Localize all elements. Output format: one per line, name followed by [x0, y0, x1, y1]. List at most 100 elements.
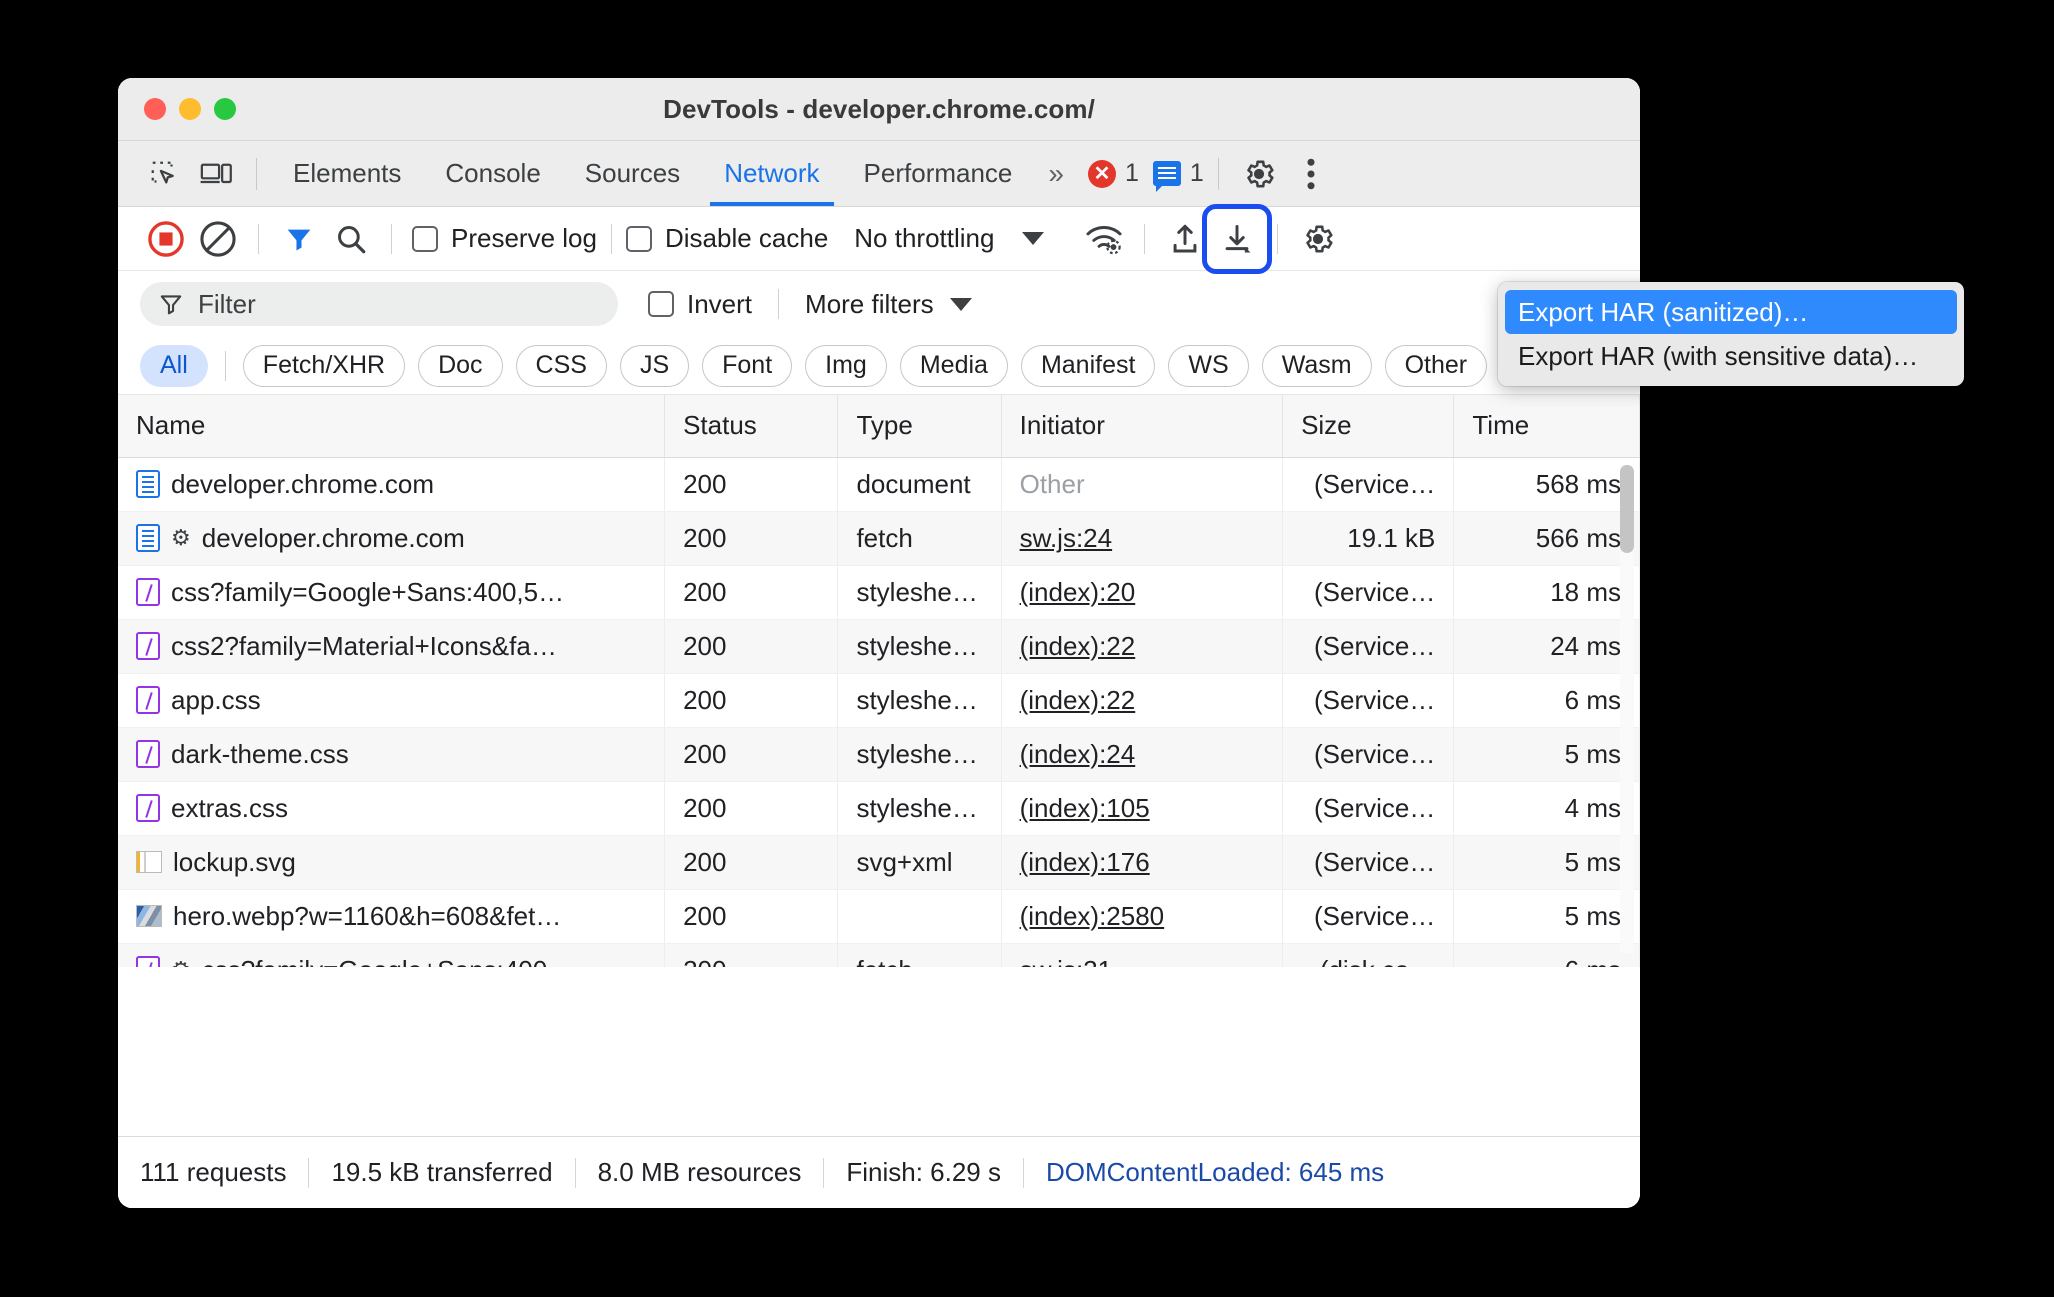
- clear-network-log-icon[interactable]: [192, 213, 244, 265]
- throttling-select[interactable]: No throttling: [828, 223, 1045, 254]
- disable-cache-checkbox[interactable]: Disable cache: [625, 223, 828, 254]
- cell-time: 18 ms: [1453, 565, 1640, 620]
- table-row[interactable]: ⚙ css?family=Google+Sans:400,… 200fetch sw.…: [118, 943, 1640, 967]
- network-conditions-icon[interactable]: [1078, 213, 1130, 265]
- cell-initiator: (index):2580: [1001, 889, 1284, 944]
- column-header-name[interactable]: Name: [118, 395, 666, 458]
- column-header-size[interactable]: Size: [1282, 395, 1455, 458]
- inspect-element-icon[interactable]: [138, 148, 190, 200]
- table-scrollbar[interactable]: [1620, 465, 1634, 953]
- cell-size: (Service…: [1282, 619, 1455, 674]
- cell-name: developer.chrome.com: [118, 457, 666, 512]
- more-filters-dropdown[interactable]: More filters: [805, 289, 972, 320]
- filter-funnel-small-icon: [160, 295, 182, 315]
- chip-other[interactable]: Other: [1384, 344, 1488, 387]
- table-header-row: Name Status Type Initiator Size Time: [118, 395, 1640, 458]
- tab-sources[interactable]: Sources: [563, 142, 702, 206]
- cell-name: ⚙ developer.chrome.com: [118, 511, 666, 566]
- table-row[interactable]: css2?family=Material+Icons&fa… 200 stylesh…: [118, 619, 1640, 674]
- filter-input[interactable]: Filter: [140, 282, 618, 326]
- initiator-link[interactable]: (index):22: [1020, 685, 1136, 715]
- cell-time: 5 ms: [1453, 835, 1640, 890]
- column-header-time[interactable]: Time: [1453, 395, 1640, 458]
- filter-funnel-icon[interactable]: [273, 213, 325, 265]
- menu-item-export-har-sensitive[interactable]: Export HAR (with sensitive data)…: [1505, 334, 1957, 378]
- cell-type: svg+xml: [837, 835, 1002, 890]
- chip-wasm[interactable]: Wasm: [1261, 344, 1372, 387]
- network-settings-gear-icon[interactable]: [1292, 213, 1344, 265]
- cell-name: ⚙ css?family=Google+Sans:400,…: [118, 943, 666, 967]
- column-header-initiator[interactable]: Initiator: [1001, 395, 1284, 458]
- service-worker-icon: ⚙: [171, 525, 191, 550]
- preserve-log-label: Preserve log: [451, 223, 597, 253]
- initiator-link[interactable]: sw.js:21: [1020, 955, 1113, 968]
- chip-js[interactable]: JS: [619, 344, 690, 387]
- table-row[interactable]: developer.chrome.com 200 document Other (Ser…: [118, 457, 1640, 512]
- search-icon[interactable]: [325, 213, 377, 265]
- cell-size: (Service…: [1282, 889, 1455, 944]
- table-row[interactable]: hero.webp?w=1160&h=608&fet… 200 (index):25…: [118, 889, 1640, 944]
- chip-all[interactable]: All: [140, 344, 208, 387]
- chip-fetch-xhr[interactable]: Fetch/XHR: [242, 344, 406, 387]
- tab-performance[interactable]: Performance: [842, 142, 1035, 206]
- disable-cache-box: [625, 225, 652, 252]
- initiator-link[interactable]: sw.js:24: [1020, 523, 1113, 553]
- cell-time: 6 ms: [1453, 943, 1640, 967]
- cell-size: (Service…: [1282, 727, 1455, 782]
- import-har-icon[interactable]: [1159, 213, 1211, 265]
- image-thumbnail-icon: [136, 905, 162, 927]
- initiator-link[interactable]: (index):24: [1020, 739, 1136, 769]
- table-row[interactable]: lockup.svg 200 svg+xml (index):176 (Service……: [118, 835, 1640, 890]
- invert-checkbox[interactable]: Invert: [648, 289, 752, 320]
- column-header-status[interactable]: Status: [664, 395, 839, 458]
- export-har-button[interactable]: [1202, 203, 1273, 274]
- initiator-link[interactable]: (index):176: [1020, 847, 1150, 877]
- chip-doc[interactable]: Doc: [418, 344, 503, 387]
- cell-status: 200: [664, 565, 839, 620]
- network-toolbar: Preserve log Disable cache No throttling: [118, 203, 1640, 274]
- table-row[interactable]: extras.css 200 styleshe… (index):105 (Servic…: [118, 781, 1640, 836]
- chip-css[interactable]: CSS: [515, 344, 607, 387]
- device-toolbar-icon[interactable]: [190, 148, 242, 200]
- table-row[interactable]: ⚙ developer.chrome.com 200 fetch sw.js:24 19.…: [118, 511, 1640, 566]
- more-filters-label: More filters: [805, 288, 934, 319]
- chip-font[interactable]: Font: [702, 344, 793, 387]
- network-request-table: Name Status Type Initiator Size Time dev…: [118, 395, 1640, 967]
- table-row[interactable]: css?family=Google+Sans:400,5… 200 styleshe…: [118, 565, 1640, 620]
- more-options-icon[interactable]: [1285, 148, 1337, 200]
- export-har-menu: Export HAR (sanitized)… Export HAR (with…: [1498, 282, 1964, 386]
- chip-ws[interactable]: WS: [1168, 344, 1249, 387]
- preserve-log-checkbox[interactable]: Preserve log: [412, 223, 597, 254]
- initiator-link[interactable]: (index):2580: [1020, 901, 1165, 931]
- chip-manifest[interactable]: Manifest: [1020, 344, 1156, 387]
- initiator-link[interactable]: (index):20: [1020, 577, 1136, 607]
- table-scrollbar-thumb[interactable]: [1620, 465, 1634, 553]
- gear-icon[interactable]: [1233, 148, 1285, 200]
- tab-elements[interactable]: Elements: [271, 142, 423, 206]
- message-count: 1: [1189, 159, 1204, 187]
- table-row[interactable]: app.css 200 styleshe… (index):22 (Service… 6 …: [118, 673, 1640, 728]
- cell-name: lockup.svg: [118, 835, 666, 890]
- menu-item-export-har-sanitized[interactable]: Export HAR (sanitized)…: [1505, 290, 1957, 334]
- tab-network[interactable]: Network: [702, 142, 841, 206]
- message-icon: [1152, 161, 1181, 192]
- tab-console[interactable]: Console: [423, 142, 562, 206]
- tabbar-divider-2: [1217, 157, 1219, 190]
- cell-type: styleshe…: [837, 781, 1002, 836]
- cell-time: 6 ms: [1453, 673, 1640, 728]
- more-tabs-icon[interactable]: »: [1034, 158, 1074, 190]
- message-badge[interactable]: 1: [1152, 159, 1204, 192]
- cell-status: 200: [664, 781, 839, 836]
- chip-img[interactable]: Img: [805, 344, 887, 387]
- table-row[interactable]: dark-theme.css 200 styleshe… (index):24 (Ser…: [118, 727, 1640, 782]
- stop-recording-icon[interactable]: [140, 213, 192, 265]
- chip-media[interactable]: Media: [899, 344, 1008, 387]
- error-badge[interactable]: ✕ 1: [1087, 159, 1139, 188]
- initiator-link[interactable]: (index):22: [1020, 631, 1136, 661]
- cell-time: 566 ms: [1453, 511, 1640, 566]
- column-header-type[interactable]: Type: [837, 395, 1002, 458]
- request-name: developer.chrome.com: [171, 468, 435, 499]
- cell-status: 200: [664, 835, 839, 890]
- cell-name: hero.webp?w=1160&h=608&fet…: [118, 889, 666, 944]
- initiator-link[interactable]: (index):105: [1020, 793, 1150, 823]
